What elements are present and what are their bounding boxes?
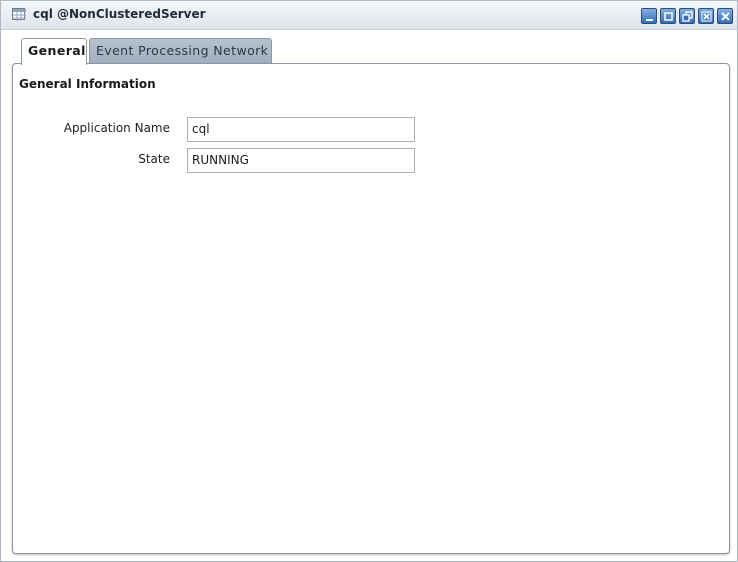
title-bar[interactable]: cql @NonClusteredServer <box>1 1 737 30</box>
window-controls <box>641 8 733 24</box>
section-title: General Information <box>19 77 156 91</box>
window-title: cql @NonClusteredServer <box>33 7 206 21</box>
tab-event-processing-network[interactable]: Event Processing Network <box>89 38 272 63</box>
application-name-field[interactable]: cql <box>187 117 415 142</box>
state-label: State <box>138 152 170 166</box>
table-grid-icon <box>12 8 26 21</box>
general-panel: General Information Application Name cql… <box>12 63 730 554</box>
close-inner-icon[interactable] <box>698 8 714 24</box>
app-window: cql @NonClusteredServer General Event Pr… <box>0 0 738 562</box>
close-icon[interactable] <box>717 8 733 24</box>
tab-general[interactable]: General <box>21 38 87 65</box>
state-field[interactable]: RUNNING <box>187 148 415 173</box>
application-name-label: Application Name <box>63 121 170 135</box>
restore-icon[interactable] <box>679 8 695 24</box>
minimize-icon[interactable] <box>641 8 657 24</box>
maximize-icon[interactable] <box>660 8 676 24</box>
